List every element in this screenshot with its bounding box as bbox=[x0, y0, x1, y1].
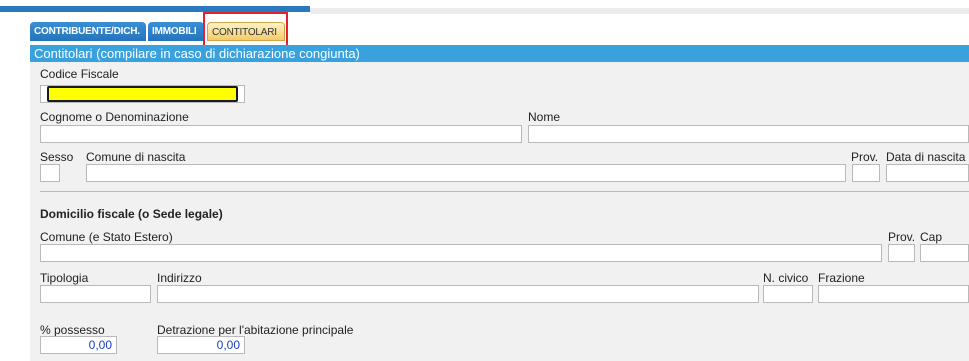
frazione-field[interactable] bbox=[818, 285, 969, 303]
domicilio-heading: Domicilio fiscale (o Sede legale) bbox=[40, 207, 223, 221]
data-nascita-field[interactable] bbox=[886, 164, 969, 182]
cap-label: Cap bbox=[920, 230, 943, 244]
sesso-label: Sesso bbox=[40, 150, 74, 164]
cognome-field[interactable] bbox=[40, 125, 522, 143]
tab-contribuente[interactable]: CONTRIBUENTE/DICH. bbox=[30, 22, 146, 41]
comune-nascita-label: Comune di nascita bbox=[86, 150, 186, 164]
prov-nascita-label: Prov. bbox=[851, 150, 879, 164]
civico-field[interactable] bbox=[763, 285, 813, 303]
prov-label: Prov. bbox=[888, 230, 916, 244]
section-title: Contitolari (compilare in caso di dichia… bbox=[30, 45, 969, 62]
cognome-label: Cognome o Denominazione bbox=[40, 110, 189, 124]
data-nascita-label: Data di nascita bbox=[886, 150, 966, 164]
sesso-field[interactable] bbox=[40, 164, 60, 182]
comune-nascita-field[interactable] bbox=[86, 164, 846, 182]
indirizzo-field[interactable] bbox=[157, 285, 759, 303]
section-divider bbox=[40, 191, 969, 192]
top-accent-bar bbox=[0, 0, 969, 14]
frazione-label: Frazione bbox=[818, 271, 865, 285]
possesso-field[interactable]: 0,00 bbox=[40, 336, 117, 354]
tab-immobili[interactable]: IMMOBILI bbox=[148, 22, 204, 41]
civico-label: N. civico bbox=[763, 271, 809, 285]
detrazione-label: Detrazione per l'abitazione principale bbox=[157, 323, 354, 337]
cap-field[interactable] bbox=[920, 244, 969, 262]
comune-field[interactable] bbox=[40, 244, 882, 262]
nome-label: Nome bbox=[528, 110, 561, 124]
top-accent-grey bbox=[310, 8, 969, 14]
detrazione-field[interactable]: 0,00 bbox=[157, 336, 245, 354]
indirizzo-label: Indirizzo bbox=[157, 271, 202, 285]
codice-fiscale-label: Codice Fiscale bbox=[40, 67, 119, 81]
comune-label: Comune (e Stato Estero) bbox=[40, 230, 173, 244]
nome-field[interactable] bbox=[528, 125, 969, 143]
tipologia-label: Tipologia bbox=[40, 271, 89, 285]
prov-field[interactable] bbox=[888, 244, 915, 262]
codice-fiscale-field[interactable] bbox=[47, 86, 238, 102]
prov-nascita-field[interactable] bbox=[852, 164, 880, 182]
possesso-label: % possesso bbox=[40, 323, 105, 337]
tipologia-field[interactable] bbox=[40, 285, 151, 303]
